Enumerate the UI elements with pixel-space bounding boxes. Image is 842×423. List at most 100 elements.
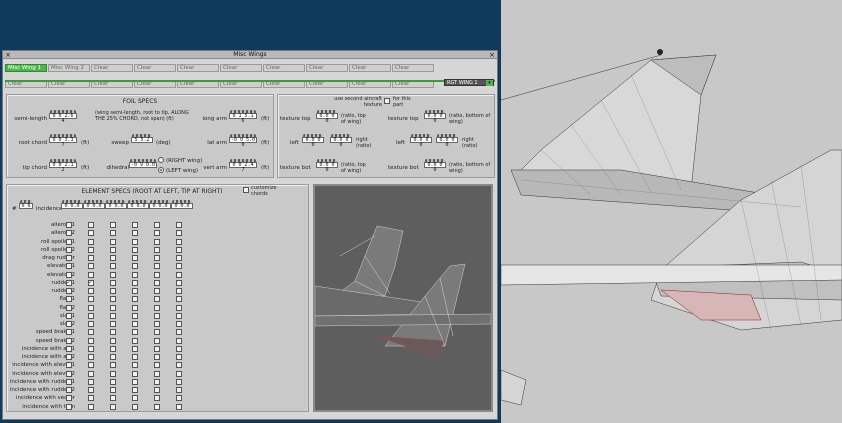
element-checkbox[interactable]: [88, 296, 94, 303]
element-checkbox[interactable]: [88, 278, 94, 286]
element-checkbox[interactable]: [88, 230, 94, 237]
element-checkbox[interactable]: [88, 246, 94, 253]
element-checkbox[interactable]: [154, 296, 160, 303]
element-checkbox[interactable]: [110, 263, 116, 270]
element-checkbox[interactable]: [66, 304, 72, 311]
vert-arm-field[interactable]: 0 0 2.4 7: [229, 159, 257, 173]
element-checkbox[interactable]: [154, 403, 160, 410]
incidence-field[interactable]: 0 0.0: [171, 200, 193, 209]
element-checkbox[interactable]: [110, 387, 116, 393]
element-checkbox[interactable]: [176, 288, 182, 294]
element-checkbox[interactable]: [154, 255, 160, 261]
element-checkbox[interactable]: [88, 362, 94, 369]
element-checkbox[interactable]: [176, 403, 182, 410]
element-checkbox[interactable]: [66, 246, 72, 253]
element-checkbox[interactable]: [176, 296, 182, 303]
element-checkbox[interactable]: [176, 304, 182, 311]
element-checkbox[interactable]: [132, 378, 138, 385]
element-checkbox[interactable]: [154, 387, 160, 393]
element-checkbox[interactable]: [66, 222, 72, 228]
element-checkbox[interactable]: [88, 370, 94, 377]
left2-b-field[interactable]: 0.0 0 0: [436, 134, 458, 148]
element-checkbox[interactable]: [66, 321, 72, 327]
element-checkbox[interactable]: [154, 222, 160, 228]
wing-tab[interactable]: Clear: [134, 64, 176, 72]
element-checkbox[interactable]: [176, 378, 182, 385]
element-checkbox[interactable]: [154, 329, 160, 336]
incidence-field[interactable]: 0 0.0: [105, 200, 127, 209]
dihedral-field[interactable]: -0 9 0.0: [129, 159, 157, 168]
element-checkbox[interactable]: [88, 304, 94, 311]
texture-top-left-field[interactable]: 0.0 0 0: [316, 110, 338, 124]
incidence-field[interactable]: 0 0.0: [127, 200, 149, 209]
element-checkbox[interactable]: [66, 345, 72, 352]
element-count-field[interactable]: 0 6: [19, 200, 33, 209]
element-checkbox[interactable]: [176, 246, 182, 253]
element-checkbox[interactable]: [154, 362, 160, 369]
element-checkbox[interactable]: [110, 296, 116, 303]
element-checkbox[interactable]: [66, 378, 72, 385]
semi-length-field[interactable]: 0 0 2.6 4: [49, 110, 77, 124]
element-checkbox[interactable]: [176, 222, 182, 228]
wing-tab[interactable]: Clear: [392, 64, 434, 72]
element-checkbox[interactable]: [110, 378, 116, 385]
element-checkbox[interactable]: [88, 321, 94, 327]
element-checkbox[interactable]: [154, 337, 160, 344]
3d-viewport[interactable]: [501, 0, 842, 423]
element-checkbox[interactable]: [132, 337, 138, 344]
element-checkbox[interactable]: [176, 255, 182, 261]
element-checkbox[interactable]: [66, 337, 72, 344]
element-checkbox[interactable]: [154, 271, 160, 278]
element-checkbox[interactable]: [132, 354, 138, 360]
wing-tab[interactable]: Clear: [91, 64, 133, 72]
texture-top-right-field[interactable]: 0.0 0 0: [424, 110, 446, 124]
wing-preview-viewport[interactable]: [313, 184, 493, 412]
element-checkbox[interactable]: [66, 362, 72, 369]
element-checkbox[interactable]: [132, 387, 138, 393]
wing-tab[interactable]: Clear: [349, 64, 391, 72]
window-titlebar[interactable]: × Misc Wings ×: [3, 51, 497, 59]
use-second-texture-checkbox[interactable]: [384, 98, 390, 104]
element-checkbox[interactable]: [88, 378, 94, 385]
close-icon-right[interactable]: ×: [488, 51, 496, 59]
element-checkbox[interactable]: [176, 370, 182, 377]
element-checkbox[interactable]: [110, 362, 116, 369]
element-checkbox[interactable]: [176, 362, 182, 369]
element-checkbox[interactable]: [132, 263, 138, 270]
element-checkbox[interactable]: [110, 288, 116, 294]
element-checkbox[interactable]: [110, 304, 116, 311]
close-icon[interactable]: ×: [4, 51, 12, 59]
element-checkbox[interactable]: [110, 337, 116, 344]
element-checkbox[interactable]: [66, 329, 72, 336]
element-checkbox[interactable]: [132, 246, 138, 253]
element-checkbox[interactable]: [88, 255, 94, 261]
element-checkbox[interactable]: [66, 387, 72, 393]
element-checkbox[interactable]: [154, 263, 160, 270]
element-checkbox[interactable]: [66, 312, 72, 319]
element-checkbox[interactable]: [66, 238, 72, 245]
left-wing-radio[interactable]: [158, 167, 164, 173]
element-checkbox[interactable]: [132, 321, 138, 327]
element-checkbox[interactable]: [154, 345, 160, 352]
element-checkbox[interactable]: [154, 230, 160, 237]
element-checkbox[interactable]: [88, 312, 94, 319]
element-checkbox[interactable]: [132, 362, 138, 369]
element-checkbox[interactable]: [132, 255, 138, 261]
element-checkbox[interactable]: [132, 271, 138, 278]
element-checkbox[interactable]: [176, 345, 182, 352]
element-checkbox[interactable]: [132, 403, 138, 410]
element-checkbox[interactable]: [176, 263, 182, 270]
element-checkbox[interactable]: [88, 345, 94, 352]
element-checkbox[interactable]: [176, 354, 182, 360]
element-checkbox[interactable]: [66, 403, 72, 410]
element-checkbox[interactable]: [154, 321, 160, 327]
element-checkbox[interactable]: [154, 378, 160, 385]
element-checkbox[interactable]: [176, 337, 182, 344]
element-checkbox[interactable]: [154, 246, 160, 253]
element-checkbox[interactable]: [176, 387, 182, 393]
element-checkbox[interactable]: [176, 230, 182, 237]
element-checkbox[interactable]: [110, 403, 116, 410]
element-checkbox[interactable]: [66, 395, 72, 402]
element-checkbox[interactable]: [88, 329, 94, 336]
texture-bot-right-field[interactable]: 0.0 0 0: [424, 159, 446, 173]
